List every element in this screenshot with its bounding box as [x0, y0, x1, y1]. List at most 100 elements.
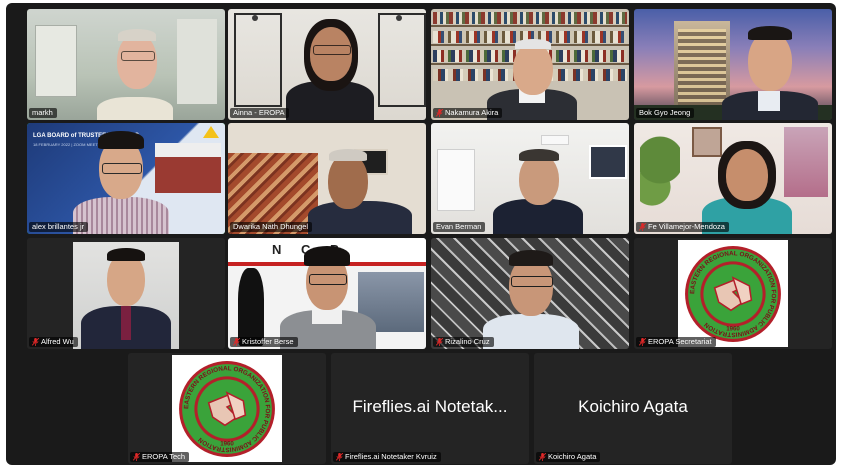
participant-name-tag: Fe Villamejor-Mendoza	[636, 222, 729, 232]
participant-name-tag: alex brillantes jr	[29, 222, 89, 232]
video-tile-evan-berman[interactable]: Evan Berman	[431, 123, 629, 234]
participant-name-tag: Koichiro Agata	[536, 452, 601, 462]
participant-name: Dwarika Nath Dhungel	[233, 222, 309, 231]
wall-photo	[692, 127, 722, 157]
glasses	[309, 274, 347, 285]
pendant-lamp	[396, 15, 402, 21]
glasses	[102, 163, 142, 174]
participant-name: Bok Gyo Jeong	[639, 108, 691, 117]
participant-name-tag: Ainna - EROPA	[230, 108, 289, 118]
video-tile-ainna[interactable]: Ainna - EROPA	[228, 9, 426, 120]
participant-name: markh	[32, 108, 53, 117]
video-tile-fireflies-notetaker[interactable]: Fireflies.ai Notetak... Fireflies.ai Not…	[331, 353, 529, 464]
participant-body	[97, 97, 173, 120]
glasses	[313, 45, 351, 55]
air-conditioner	[541, 135, 569, 145]
logo-year: 1960	[726, 325, 740, 332]
org-logo	[203, 126, 219, 138]
participant-face	[513, 43, 553, 95]
muted-mic-icon	[639, 338, 646, 346]
participant-name: Ainna - EROPA	[233, 108, 285, 117]
participant-name-tag: Alfred Wu	[29, 337, 78, 347]
participant-name: EROPA Tech	[142, 452, 186, 461]
participant-body	[308, 201, 412, 234]
shelf	[431, 25, 629, 27]
participant-name-tag: Kristoffer Berse	[230, 337, 298, 347]
participant-name: Kristoffer Berse	[242, 337, 294, 346]
participant-face	[117, 33, 157, 89]
participant-name-tag: Bok Gyo Jeong	[636, 108, 695, 118]
participant-name-tag: Evan Berman	[433, 222, 486, 232]
participant-face	[748, 31, 792, 91]
books-row	[433, 12, 627, 24]
participant-name: Rizalino Cruz	[445, 337, 490, 346]
video-tile-dwarika-dhungel[interactable]: Dwarika Nath Dhungel	[228, 123, 426, 234]
pendant-lamp	[252, 15, 258, 21]
participant-name: EROPA Secretariat	[648, 337, 712, 346]
hair	[107, 248, 145, 261]
participant-name: Koichiro Agata	[548, 452, 597, 461]
participant-display-name: Fireflies.ai Notetak...	[352, 397, 508, 416]
participant-name-tag: Dwarika Nath Dhungel	[230, 222, 313, 232]
slide-date: 18 FEBRUARY 2022 | ZOOM MEETING	[33, 142, 105, 147]
muted-mic-icon	[32, 338, 39, 346]
window-frame	[234, 13, 282, 107]
video-tile-alex-brillantes[interactable]: LGA BOARD of TRUSTEES MEETING 18 FEBRUAR…	[27, 123, 225, 234]
window-frame	[378, 13, 426, 107]
participant-name: Alfred Wu	[41, 337, 74, 346]
muted-mic-icon	[639, 223, 646, 231]
participant-display-name: Koichiro Agata	[578, 397, 688, 416]
necktie	[121, 306, 131, 340]
hair	[519, 149, 559, 161]
building-windows	[678, 29, 726, 113]
video-tile-koichiro-agata[interactable]: Koichiro Agata Koichiro Agata	[534, 353, 732, 464]
shirt-collar	[312, 310, 342, 324]
hair	[748, 26, 792, 40]
eropa-logo: EASTERN REGIONAL ORGANIZATION FOR PUBLIC…	[179, 360, 275, 457]
eropa-logo: EASTERN REGIONAL ORGANIZATION FOR PUBLIC…	[685, 245, 781, 342]
participant-name-tag: Fireflies.ai Notetaker Kvruiz	[333, 452, 441, 462]
wall-picture	[589, 145, 627, 179]
curtain	[784, 127, 828, 197]
video-tile-rizalino-cruz[interactable]: Rizalino Cruz	[431, 238, 629, 349]
participant-name: Fireflies.ai Notetaker Kvruiz	[345, 452, 437, 461]
participant-name-tag: EROPA Tech	[130, 452, 190, 462]
glasses	[511, 276, 553, 287]
video-tile-fe-villamejor[interactable]: Fe Villamejor-Mendoza	[634, 123, 832, 234]
video-gallery: markh Ainna - EROPA Nakamura Akira Bok G…	[6, 3, 836, 465]
building-roof	[155, 143, 221, 157]
participant-name: Nakamura Akira	[445, 108, 499, 117]
video-tile-markh[interactable]: markh	[27, 9, 225, 120]
plant	[640, 133, 680, 223]
participant-body	[483, 314, 579, 349]
muted-mic-icon	[539, 453, 546, 461]
video-tile-eropa-tech[interactable]: EASTERN REGIONAL ORGANIZATION FOR PUBLIC…	[128, 353, 326, 464]
participant-name: Fe Villamejor-Mendoza	[648, 222, 725, 231]
muted-mic-icon	[336, 453, 343, 461]
participant-face	[328, 153, 368, 209]
shirt-collar	[758, 91, 780, 111]
hair	[515, 39, 551, 49]
glasses	[121, 51, 155, 61]
video-tile-kristoffer-berse[interactable]: N C P Kristoffer Berse	[228, 238, 426, 349]
participant-face	[726, 149, 768, 201]
statue-silhouette	[238, 268, 264, 346]
cabinet	[437, 149, 475, 211]
video-tile-eropa-secretariat[interactable]: EASTERN REGIONAL ORGANIZATION FOR PUBLIC…	[634, 238, 832, 349]
muted-mic-icon	[233, 338, 240, 346]
participant-name: alex brillantes jr	[32, 222, 85, 231]
hair	[329, 149, 367, 161]
participant-name: Evan Berman	[436, 222, 482, 231]
hair	[509, 250, 553, 266]
video-tile-bok-gyo-jeong[interactable]: Bok Gyo Jeong	[634, 9, 832, 120]
participant-name-tag: Nakamura Akira	[433, 108, 503, 118]
eropa-logo-panel: EASTERN REGIONAL ORGANIZATION FOR PUBLIC…	[172, 355, 282, 462]
eropa-logo-panel: EASTERN REGIONAL ORGANIZATION FOR PUBLIC…	[678, 240, 788, 347]
window	[35, 25, 77, 97]
video-tile-nakamura[interactable]: Nakamura Akira	[431, 9, 629, 120]
hair	[304, 246, 350, 266]
participant-name-tag: markh	[29, 108, 57, 118]
video-tile-alfred-wu[interactable]: Alfred Wu	[27, 238, 225, 349]
muted-mic-icon	[436, 109, 443, 117]
logo-year: 1960	[220, 440, 234, 447]
